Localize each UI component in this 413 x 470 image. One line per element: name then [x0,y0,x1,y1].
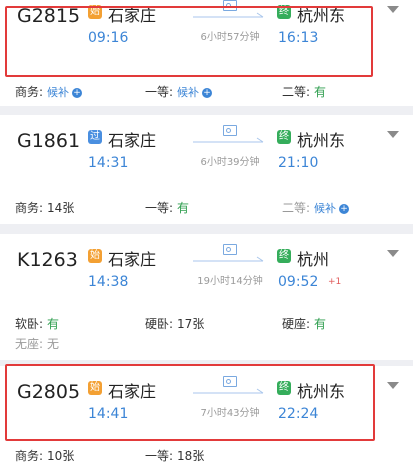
arrival-time: 09:52 [278,274,319,290]
train-card-g2805[interactable]: G2805 始 石家庄 14:41 7小时43分钟 终 杭州东 22:24 商务… [0,366,413,470]
origin-badge: 始 [88,249,102,263]
id-card-icon [223,244,237,255]
arrival-station: 杭州 [297,250,330,269]
departure-station: 石家庄 [108,250,157,269]
chevron-down-icon[interactable] [387,6,399,13]
id-card-icon [223,0,237,11]
seat-hard-seat[interactable]: 硬座: 有 [282,315,326,332]
seat-second-class[interactable]: 二等: 有 [282,83,326,100]
terminal-badge: 终 [277,381,291,395]
origin-badge: 始 [88,381,102,395]
departure-time: 09:16 [88,30,129,46]
duration: 19小时14分钟 [197,276,263,287]
arrival-station: 杭州东 [297,131,346,150]
departure-station: 石家庄 [108,382,157,401]
passing-badge: 过 [88,130,102,144]
terminal-badge: 终 [277,130,291,144]
seat-first-class[interactable]: 一等: 18张 [145,447,204,464]
departure-time: 14:31 [88,155,129,171]
chevron-down-icon[interactable] [387,250,399,257]
terminal-badge: 终 [277,5,291,19]
seat-business[interactable]: 商务: 候补 + [15,83,83,100]
arrival-time: 21:10 [278,155,319,171]
train-number: G1861 [17,130,81,152]
seat-business[interactable]: 商务: 14张 [15,199,74,216]
train-card-g2815[interactable]: G2815 始 石家庄 09:16 6小时57分钟 终 杭州东 16:13 商务… [0,0,413,106]
terminal-badge: 终 [277,249,291,263]
seat-first-class[interactable]: 一等: 有 [145,199,189,216]
train-number: K1263 [17,249,78,271]
arrival-time: 22:24 [278,406,319,422]
origin-badge: 始 [88,5,102,19]
seat-no-seat[interactable]: 无座: 无 [15,335,59,352]
duration: 7小时43分钟 [200,408,260,419]
departure-time: 14:38 [88,274,129,290]
arrival-station: 杭州东 [297,382,346,401]
train-card-k1263[interactable]: K1263 始 石家庄 14:38 19小时14分钟 终 杭州 09:52 +1… [0,234,413,360]
plus-icon: + [72,87,83,98]
arrival-time: 16:13 [278,30,319,46]
duration: 6小时39分钟 [200,157,260,168]
departure-time: 14:41 [88,406,129,422]
plus-icon: + [339,203,350,214]
train-list: G2815 始 石家庄 09:16 6小时57分钟 终 杭州东 16:13 商务… [0,0,413,470]
next-day-indicator: +1 [328,277,342,287]
chevron-down-icon[interactable] [387,131,399,138]
id-card-icon [223,125,237,136]
seat-business[interactable]: 商务: 10张 [15,447,74,464]
seat-soft-sleeper[interactable]: 软卧: 有 [15,315,59,332]
train-number: G2805 [17,381,81,403]
departure-station: 石家庄 [108,131,157,150]
departure-station: 石家庄 [108,6,157,25]
train-number: G2815 [17,5,81,27]
train-card-g1861[interactable]: G1861 过 石家庄 14:31 6小时39分钟 终 杭州东 21:10 商务… [0,115,413,224]
plus-icon: + [202,87,213,98]
arrival-station: 杭州东 [297,6,346,25]
id-card-icon [223,376,237,387]
duration: 6小时57分钟 [200,32,260,43]
chevron-down-icon[interactable] [387,382,399,389]
seat-hard-sleeper[interactable]: 硬卧: 17张 [145,315,204,332]
seat-second-class[interactable]: 二等: 候补 + [282,199,350,216]
seat-first-class[interactable]: 一等: 候补 + [145,83,213,100]
